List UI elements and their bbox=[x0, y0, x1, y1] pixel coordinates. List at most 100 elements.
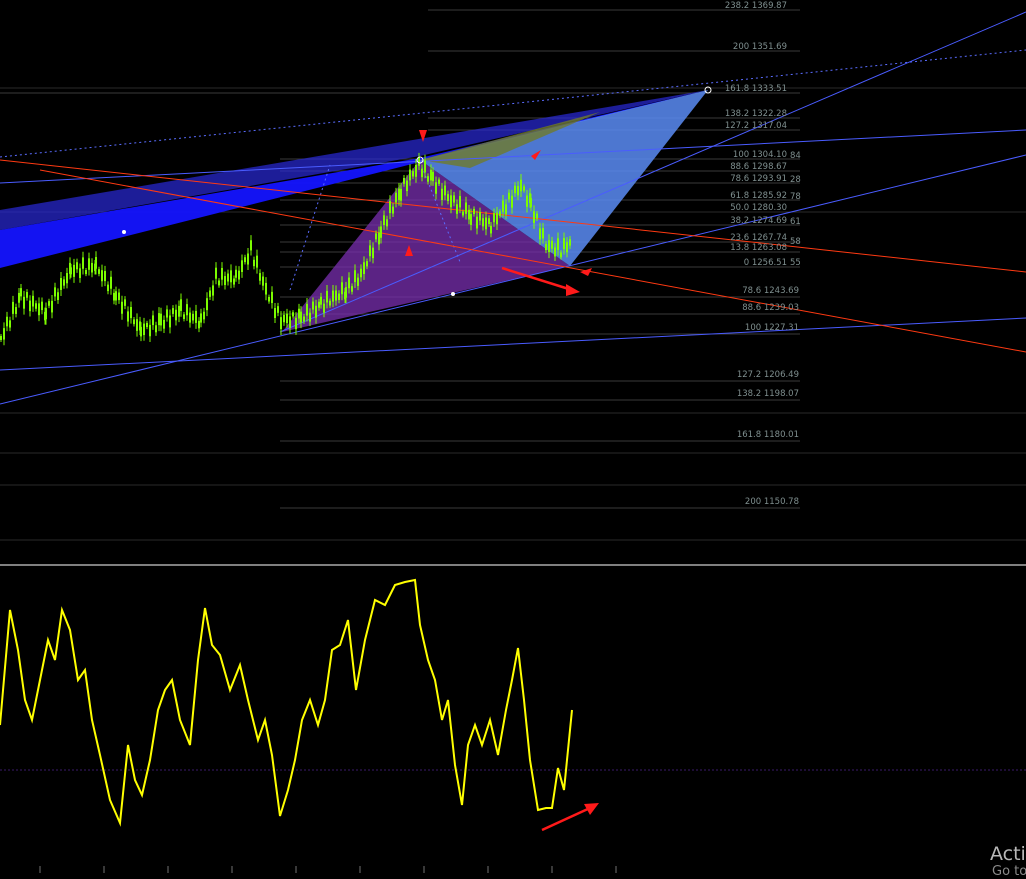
candle-body bbox=[152, 315, 154, 326]
candle-body bbox=[192, 313, 194, 321]
candle-body bbox=[26, 292, 28, 298]
fib-level-label: 200 1150.78 bbox=[745, 497, 799, 507]
candle-body bbox=[163, 319, 165, 329]
candle-body bbox=[479, 211, 481, 221]
candle-body bbox=[38, 303, 40, 316]
candle-body bbox=[107, 284, 109, 292]
candle-body bbox=[76, 262, 78, 270]
candle-body bbox=[441, 188, 443, 200]
candle-body bbox=[180, 299, 182, 311]
candle-body bbox=[268, 296, 270, 302]
fib-level-label: 23.6 1267.74 bbox=[730, 233, 787, 243]
candle-body bbox=[149, 324, 151, 337]
candle-body bbox=[265, 282, 267, 295]
candle-body bbox=[280, 317, 282, 330]
candle-body bbox=[66, 273, 68, 284]
candle-body bbox=[566, 242, 568, 253]
candle-body bbox=[283, 314, 285, 323]
candle-body bbox=[259, 273, 261, 281]
trendline-3 bbox=[0, 317, 1026, 371]
candle-body bbox=[395, 192, 397, 203]
candle-body bbox=[169, 315, 171, 328]
candle-body bbox=[456, 204, 458, 214]
candle-body bbox=[253, 259, 255, 267]
candle-body bbox=[383, 215, 385, 226]
candle-body bbox=[166, 309, 168, 318]
candle-body bbox=[465, 202, 467, 214]
candle-body bbox=[542, 228, 544, 239]
candle-body bbox=[409, 169, 411, 181]
candle-body bbox=[20, 288, 22, 297]
candle-body bbox=[29, 300, 31, 312]
candle-body bbox=[238, 270, 240, 280]
candle-body bbox=[488, 218, 490, 224]
candle-body bbox=[274, 308, 276, 318]
candle-body bbox=[0, 336, 2, 340]
candle-body bbox=[389, 201, 391, 214]
candle-body bbox=[315, 305, 317, 318]
fib-level-label: 78.6 1243.69 bbox=[742, 286, 799, 296]
activation-watermark: Acti bbox=[990, 843, 1026, 865]
candle-body bbox=[91, 262, 93, 273]
candle-body bbox=[140, 326, 142, 337]
candle-body bbox=[453, 195, 455, 203]
candle-body bbox=[485, 217, 487, 230]
candle-body bbox=[345, 287, 347, 298]
candle-body bbox=[459, 196, 461, 208]
candle-body bbox=[438, 179, 440, 184]
candle-body bbox=[241, 260, 243, 272]
fib-level-label: 138.2 1198.07 bbox=[737, 389, 799, 399]
candle-body bbox=[6, 316, 8, 327]
fib-level-label: 88.6 1298.67 bbox=[730, 162, 787, 172]
candle-body bbox=[530, 198, 532, 207]
candle-body bbox=[215, 267, 217, 279]
candle-body bbox=[560, 252, 562, 258]
candle-body bbox=[418, 157, 420, 166]
candle-body bbox=[415, 164, 417, 177]
trading-chart[interactable]: 238.2 1369.87 200 1351.69 161.8 1333.51 138… bbox=[0, 0, 1026, 873]
anchor-point[interactable] bbox=[451, 292, 455, 296]
fib-level-label: 0 1256.51 bbox=[744, 258, 787, 268]
candle-body bbox=[369, 245, 371, 257]
candle-body bbox=[468, 209, 470, 220]
candle-body bbox=[499, 211, 501, 217]
fib-level-label: 13.8 1263.08 bbox=[730, 243, 787, 253]
candle-body bbox=[378, 232, 380, 245]
candle-body bbox=[136, 319, 138, 331]
candle-body bbox=[392, 206, 394, 214]
anchor-point[interactable] bbox=[122, 230, 126, 234]
candle-body bbox=[536, 213, 538, 219]
candle-body bbox=[298, 308, 300, 319]
candle-body bbox=[203, 311, 205, 320]
candle-body bbox=[335, 290, 337, 301]
candle-body bbox=[545, 243, 547, 251]
candle-body bbox=[523, 186, 525, 191]
candle-body bbox=[160, 313, 162, 326]
candle-body bbox=[514, 185, 516, 194]
candle-body bbox=[348, 277, 350, 289]
candle-body bbox=[15, 307, 17, 314]
candle-body bbox=[54, 287, 56, 297]
candle-body bbox=[323, 303, 325, 313]
candle-body bbox=[341, 282, 343, 295]
candle-body bbox=[557, 238, 559, 250]
candle-body bbox=[12, 301, 14, 314]
candle-body bbox=[35, 303, 37, 309]
candle-body bbox=[88, 258, 90, 270]
fibonacci-labels: 238.2 1369.87 200 1351.69 161.8 1333.51 138… bbox=[725, 1, 799, 507]
candle-body bbox=[9, 320, 11, 328]
candle-body bbox=[318, 301, 320, 308]
candle-body bbox=[332, 290, 334, 302]
candle-body bbox=[526, 195, 528, 207]
candle-body bbox=[224, 276, 226, 286]
candle-body bbox=[235, 269, 237, 278]
side-label: 78 bbox=[790, 192, 801, 202]
fib-level-label: 238.2 1369.87 bbox=[725, 1, 787, 11]
candle-body bbox=[218, 280, 220, 286]
candle-body bbox=[115, 291, 117, 301]
candle-body bbox=[250, 240, 252, 251]
candle-body bbox=[309, 312, 311, 322]
candle-body bbox=[292, 312, 294, 317]
candle-body bbox=[306, 303, 308, 316]
candle-body bbox=[366, 261, 368, 267]
